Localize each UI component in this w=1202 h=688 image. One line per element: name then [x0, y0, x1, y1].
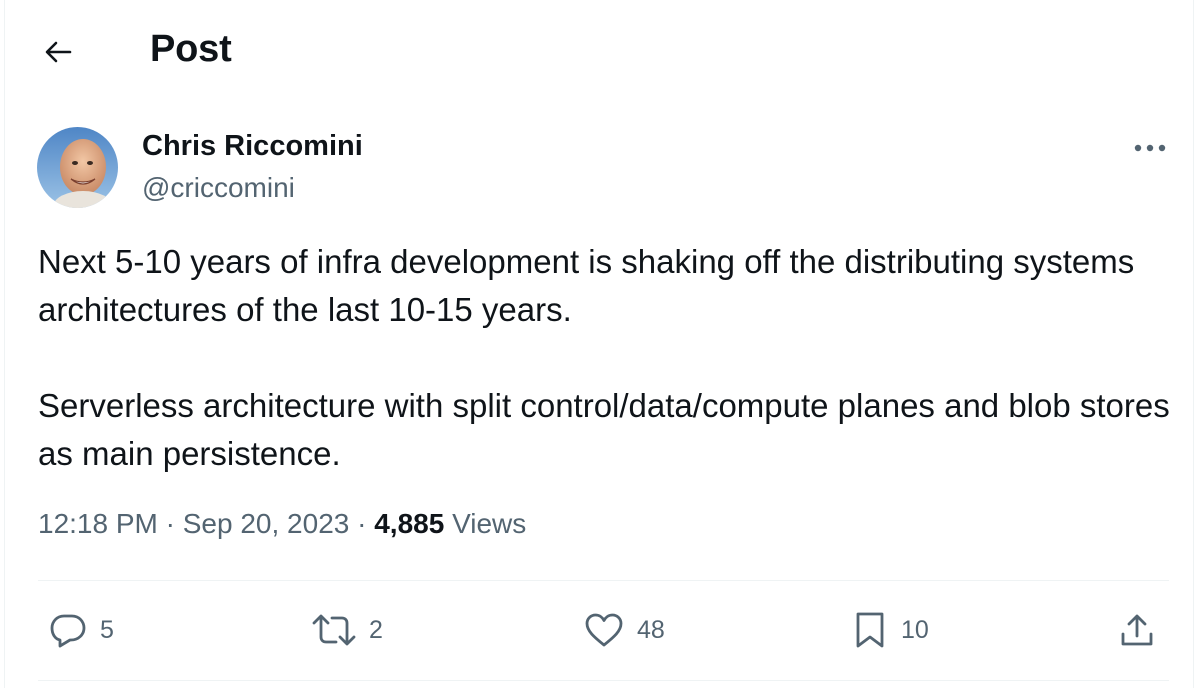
views-label: Views — [452, 508, 527, 539]
frame-border-right — [1193, 0, 1194, 688]
frame-border-left — [4, 0, 5, 688]
divider — [38, 580, 1169, 581]
post-header: Post — [0, 0, 1202, 100]
bookmark-button[interactable]: 10 — [851, 610, 929, 650]
divider — [38, 680, 1169, 681]
reply-icon — [50, 614, 86, 648]
reply-count: 5 — [100, 615, 114, 644]
tweet-paragraph: Next 5-10 years of infra development is … — [38, 243, 1135, 328]
author-name[interactable]: Chris Riccomini — [142, 130, 363, 163]
repost-button[interactable]: 2 — [311, 610, 383, 650]
tweet-time[interactable]: 12:18 PM — [38, 508, 158, 539]
tweet-text: Next 5-10 years of infra development is … — [38, 238, 1178, 478]
avatar-image — [37, 127, 118, 208]
tweet-date[interactable]: Sep 20, 2023 — [183, 508, 350, 539]
share-icon — [1121, 614, 1153, 646]
more-options-button[interactable] — [1130, 134, 1170, 162]
reply-button[interactable]: 5 — [48, 610, 114, 650]
share-button[interactable] — [1118, 610, 1156, 650]
tweet-meta: 12:18 PM · Sep 20, 2023 · 4,885 Views — [38, 508, 526, 540]
like-count: 48 — [637, 615, 665, 644]
meta-separator: · — [357, 508, 367, 539]
heart-icon — [585, 613, 623, 647]
repost-count: 2 — [369, 615, 383, 644]
meta-separator: · — [165, 508, 175, 539]
author-handle[interactable]: @criccomini — [142, 172, 295, 204]
bookmark-count: 10 — [901, 615, 929, 644]
avatar[interactable] — [37, 127, 118, 208]
like-button[interactable]: 48 — [583, 610, 665, 650]
views-count: 4,885 — [374, 508, 445, 539]
more-icon — [1134, 144, 1166, 152]
back-arrow-icon — [45, 41, 72, 63]
back-button[interactable] — [38, 32, 78, 72]
repost-icon — [312, 614, 356, 646]
page-title: Post — [150, 28, 232, 70]
bookmark-icon — [856, 612, 884, 648]
tweet-paragraph: Serverless architecture with split contr… — [38, 387, 1170, 472]
